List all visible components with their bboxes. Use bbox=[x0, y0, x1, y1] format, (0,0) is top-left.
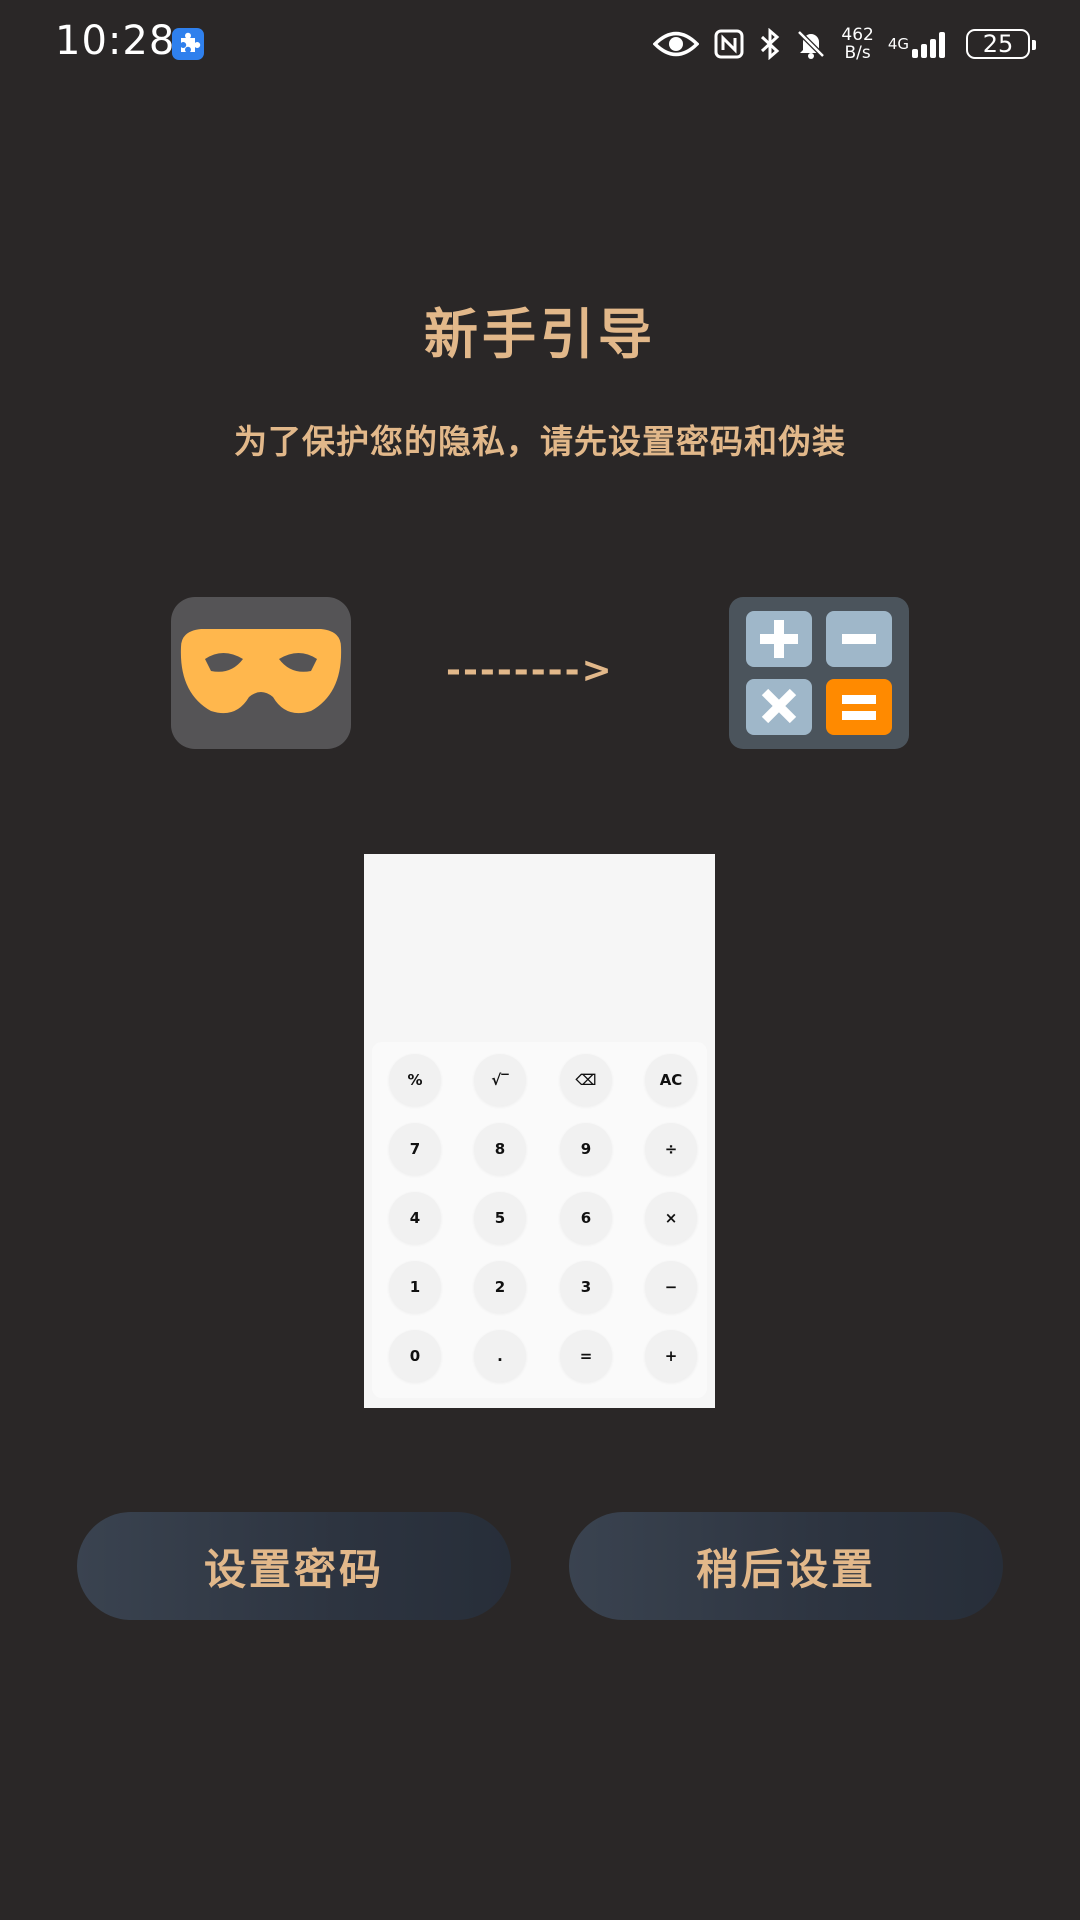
key-2: 2 bbox=[474, 1261, 526, 1313]
key-decimal: . bbox=[474, 1330, 526, 1382]
key-sqrt: √‾ bbox=[474, 1054, 526, 1106]
key-percent: % bbox=[389, 1054, 441, 1106]
key-1: 1 bbox=[389, 1261, 441, 1313]
key-plus: + bbox=[645, 1330, 697, 1382]
page-title: 新手引导 bbox=[424, 303, 656, 366]
bluetooth-icon bbox=[759, 28, 781, 60]
key-8: 8 bbox=[474, 1123, 526, 1175]
key-4: 4 bbox=[389, 1192, 441, 1244]
key-7: 7 bbox=[389, 1123, 441, 1175]
calculator-preview: % √‾ ⌫ AC 7 8 9 ÷ 4 5 6 × 1 2 3 − 0 . = … bbox=[364, 854, 715, 1408]
key-divide: ÷ bbox=[645, 1123, 697, 1175]
nfc-icon bbox=[713, 28, 745, 60]
page-subtitle: 为了保护您的隐私，请先设置密码和伪装 bbox=[234, 422, 846, 461]
key-6: 6 bbox=[560, 1192, 612, 1244]
key-minus: − bbox=[645, 1261, 697, 1313]
key-equals: = bbox=[560, 1330, 612, 1382]
key-3: 3 bbox=[560, 1261, 612, 1313]
key-clear: AC bbox=[645, 1054, 697, 1106]
key-multiply: × bbox=[645, 1192, 697, 1244]
cellular-signal-icon: 4G bbox=[888, 29, 952, 59]
key-9: 9 bbox=[560, 1123, 612, 1175]
privacy-mask-icon bbox=[171, 597, 351, 749]
network-speed: 462 B/s bbox=[841, 25, 874, 63]
calculator-keypad: % √‾ ⌫ AC 7 8 9 ÷ 4 5 6 × 1 2 3 − 0 . = … bbox=[372, 1042, 707, 1398]
status-bar: 10:28 462 B/s 4G 25 bbox=[0, 0, 1080, 90]
eye-icon bbox=[653, 29, 700, 59]
calculator-disguise-icon bbox=[729, 597, 909, 749]
clock: 10:28 bbox=[55, 18, 176, 64]
key-5: 5 bbox=[474, 1192, 526, 1244]
battery-indicator: 25 bbox=[966, 29, 1036, 59]
transform-arrow: --------> bbox=[446, 650, 614, 691]
key-0: 0 bbox=[389, 1330, 441, 1382]
set-password-button[interactable]: 设置密码 bbox=[77, 1512, 511, 1620]
backspace-icon: ⌫ bbox=[560, 1054, 612, 1106]
set-later-button[interactable]: 稍后设置 bbox=[569, 1512, 1003, 1620]
notifications-muted-icon bbox=[795, 28, 827, 60]
puzzle-app-icon bbox=[172, 28, 204, 60]
